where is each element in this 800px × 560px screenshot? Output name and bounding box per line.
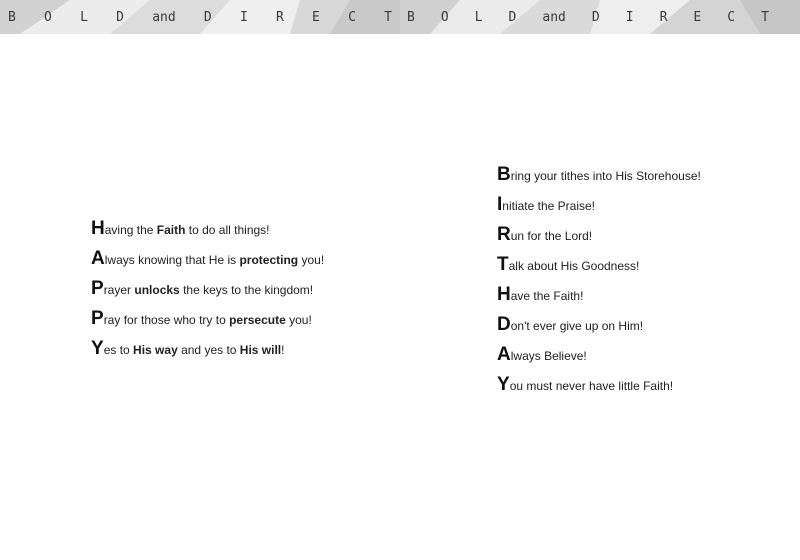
banner-letter: T (761, 9, 769, 25)
acrostic-line: Have the Faith! (497, 284, 701, 314)
banner-letter: D (203, 9, 212, 25)
banner-letter: I (239, 9, 248, 25)
line-text: nitiate the Praise! (502, 199, 595, 213)
line-text: ! (281, 343, 285, 357)
banner-text-right: B O L Dand D I R E C T (407, 9, 769, 25)
banner-letter: and (152, 9, 176, 25)
acrostic-initial: Y (91, 338, 104, 359)
line-text: ring your tithes into His Storehouse! (510, 169, 701, 183)
acrostic-initial: H (497, 284, 511, 305)
banner-text-left: B O L Dand D I R E C T (8, 9, 392, 25)
acrostic-line: Bring your tithes into His Storehouse! (497, 164, 701, 194)
emphasis-text: protecting (239, 253, 299, 267)
line-text: you! (298, 253, 325, 267)
line-text: ray for those who try to (103, 313, 230, 327)
banner-letter: L (80, 9, 88, 25)
banner-letter: and (542, 9, 566, 25)
acrostic-line: Having the Faith to do all things! (91, 218, 324, 248)
line-text: alk about His Goodness! (508, 259, 640, 273)
line-text: you! (285, 313, 312, 327)
acrostic-initial: R (497, 224, 511, 245)
acrostic-initial: H (91, 218, 105, 239)
banner-letter: C (348, 9, 356, 25)
acrostic-line: Yes to His way and yes to His will! (91, 338, 324, 368)
acrostic-line: Don't ever give up on Him! (497, 314, 701, 344)
acrostic-initial: B (497, 164, 511, 185)
line-text: the keys to the kingdom! (179, 283, 314, 297)
acrostic-initial: T (497, 254, 509, 275)
banner-letter: E (693, 9, 702, 25)
line-text: to do all things! (185, 223, 270, 237)
acrostic-line: Always knowing that He is protecting you… (91, 248, 324, 278)
line-text: ave the Faith! (510, 289, 584, 303)
banner-letter: B (407, 9, 415, 25)
acrostic-initial: D (497, 314, 511, 335)
emphasis-text: His will (239, 343, 282, 357)
acrostic-line: Talk about His Goodness! (497, 254, 701, 284)
acrostic-initial: A (91, 248, 105, 269)
acrostic-line: Initiate the Praise! (497, 194, 701, 224)
header-banner: B O L Dand D I R E C T B O L Dand D I R E C T (0, 0, 800, 34)
line-text: ou must never have little Faith! (509, 379, 674, 393)
banner-letter: B (8, 9, 16, 25)
line-text: aving the (104, 223, 157, 237)
acrostic-initial: Y (497, 374, 510, 395)
acrostic-initial: A (497, 344, 511, 365)
banner-letter: D (116, 9, 124, 25)
line-text: on't ever give up on Him! (510, 319, 644, 333)
banner-letter: R (659, 9, 668, 25)
emphasis-text: His way (133, 343, 178, 357)
banner-letter: L (474, 9, 483, 25)
line-text: es to (103, 343, 134, 357)
happy-acrostic: Having the Faith to do all things! Always… (91, 218, 324, 368)
banner-letter: I (625, 9, 634, 25)
banner-letter: O (440, 9, 449, 25)
banner-letter: D (508, 9, 517, 25)
line-text: lways knowing that He is (104, 253, 240, 267)
line-text: and yes to (177, 343, 240, 357)
acrostic-line: Prayer unlocks the keys to the kingdom! (91, 278, 324, 308)
emphasis-text: Faith (156, 223, 186, 237)
banner-letter: C (727, 9, 736, 25)
banner-letter: D (591, 9, 600, 25)
acrostic-line: Run for the Lord! (497, 224, 701, 254)
banner-letter: E (312, 9, 320, 25)
acrostic-initial: P (91, 308, 104, 329)
line-text: rayer (103, 283, 135, 297)
acrostic-line: Always Believe! (497, 344, 701, 374)
emphasis-text: unlocks (134, 283, 180, 297)
banner-letter: O (44, 9, 52, 25)
line-text: lways Believe! (510, 349, 587, 363)
acrostic-line: Pray for those who try to persecute you! (91, 308, 324, 338)
acrostic-initial: P (91, 278, 104, 299)
birthday-acrostic: Bring your tithes into His Storehouse! In… (497, 164, 701, 404)
emphasis-text: persecute (229, 313, 286, 327)
acrostic-line: You must never have little Faith! (497, 374, 701, 404)
banner-letter: T (384, 9, 392, 25)
line-text: un for the Lord! (510, 229, 593, 243)
banner-letter: R (275, 9, 284, 25)
